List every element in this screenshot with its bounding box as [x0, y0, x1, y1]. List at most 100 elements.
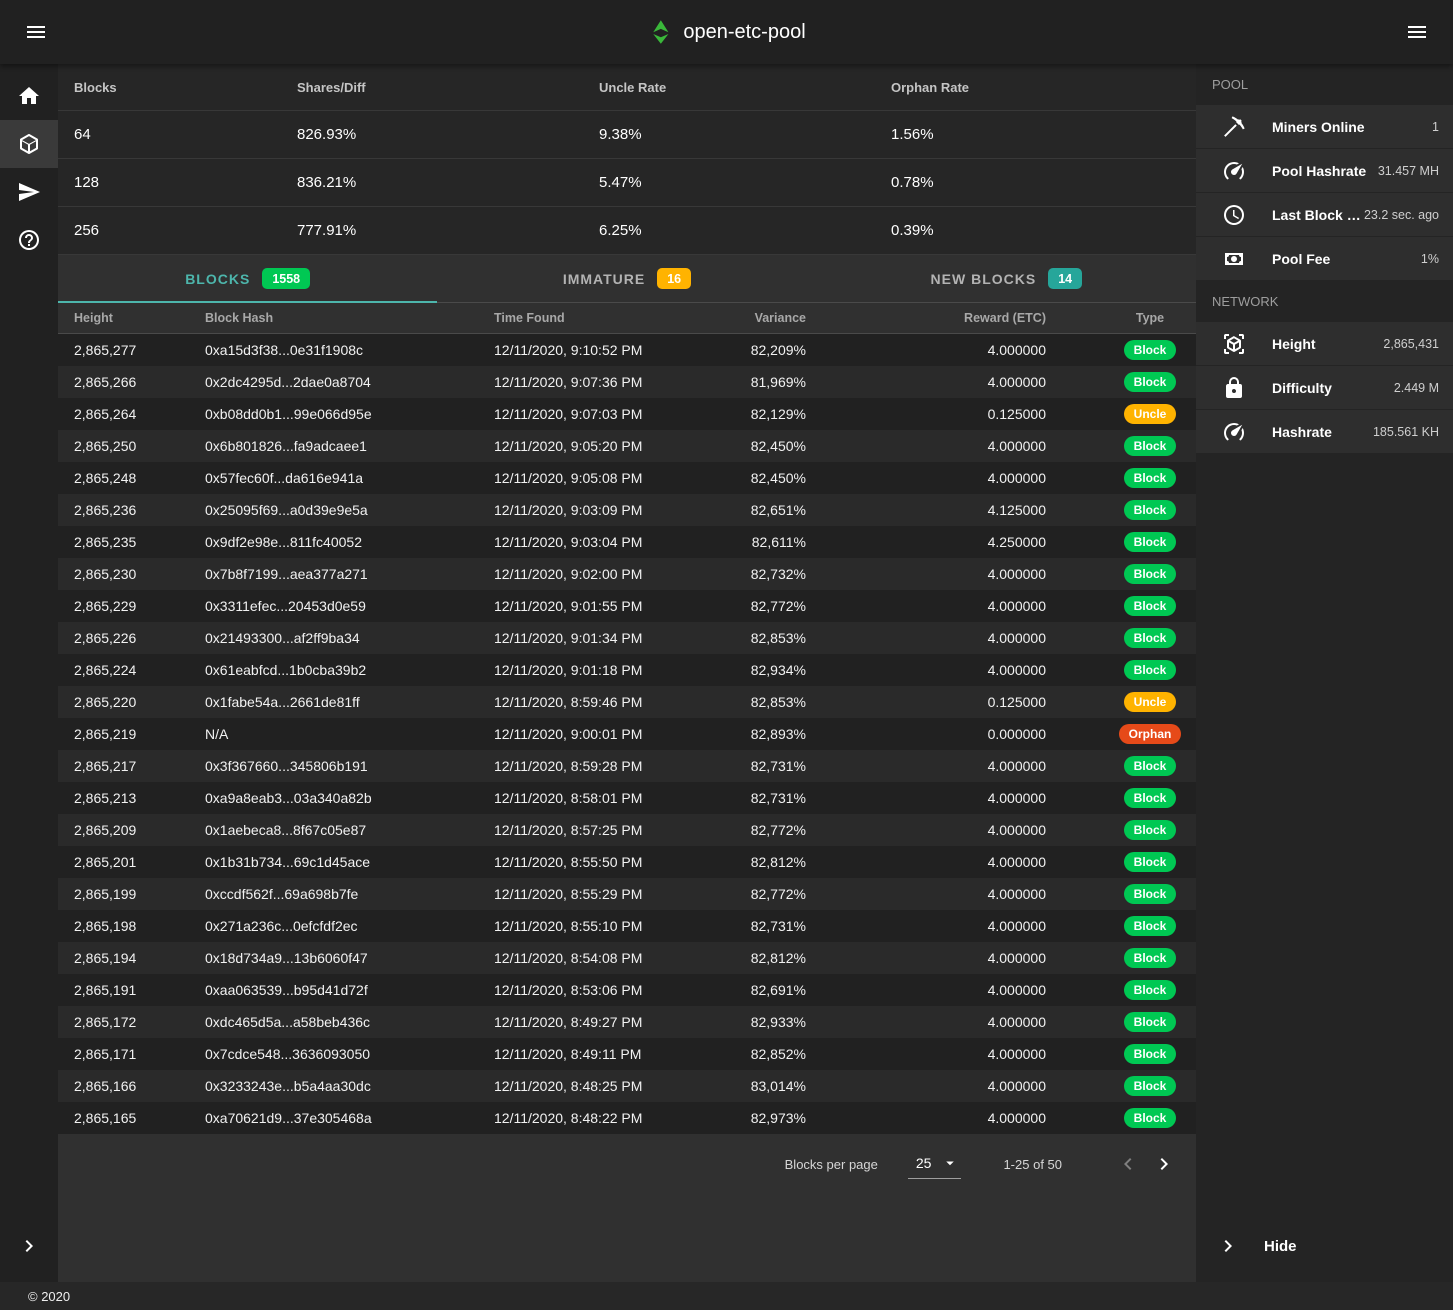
cell-variance: 82,772% — [728, 598, 818, 614]
next-page-button[interactable] — [1146, 1146, 1182, 1182]
table-row[interactable]: 2,865,1710x7cdce548...363609305012/11/20… — [58, 1038, 1196, 1070]
cube-icon — [17, 132, 41, 156]
cell-time-found: 12/11/2020, 9:03:04 PM — [478, 534, 728, 550]
cell-height: 2,865,165 — [58, 1110, 189, 1126]
cell-reward: 4.000000 — [818, 886, 1058, 902]
hide-panel-button[interactable]: Hide — [1196, 1222, 1453, 1270]
chevron-left-icon — [1116, 1152, 1140, 1176]
table-row[interactable]: 2,865,2200x1fabe54a...2661de81ff12/11/20… — [58, 686, 1196, 718]
panel-item-difficulty: Difficulty2.449 M — [1196, 366, 1453, 409]
copyright-text: © 2020 — [28, 1289, 70, 1304]
per-page-value: 25 — [916, 1155, 932, 1171]
cell-type: Block — [1058, 596, 1196, 616]
type-badge: Block — [1124, 532, 1177, 552]
cell-time-found: 12/11/2020, 9:05:20 PM — [478, 438, 728, 454]
table-row[interactable]: 2,865,2350x9df2e98e...811fc4005212/11/20… — [58, 526, 1196, 558]
cell-height: 2,865,217 — [58, 758, 189, 774]
tab-count-badge: 16 — [657, 268, 691, 289]
table-row[interactable]: 2,865,1980x271a236c...0efcfdf2ec12/11/20… — [58, 910, 1196, 942]
menu-left-button[interactable] — [16, 12, 56, 52]
panel-item-label: Miners Online — [1272, 119, 1365, 135]
table-row[interactable]: 2,865,2240x61eabfcd...1b0cba39b212/11/20… — [58, 654, 1196, 686]
rail-expand-button[interactable] — [0, 1222, 58, 1270]
cell-reward: 4.000000 — [818, 630, 1058, 646]
cell-variance: 81,969% — [728, 374, 818, 390]
pickaxe-icon — [1222, 115, 1246, 139]
sidebar-item-home[interactable] — [0, 72, 58, 120]
right-panel: POOL Miners Online1Pool Hashrate31.457 M… — [1196, 64, 1453, 1282]
type-badge: Block — [1124, 468, 1177, 488]
type-badge: Block — [1124, 340, 1177, 360]
table-row[interactable]: 2,865,2770xa15d3f38...0e31f1908c12/11/20… — [58, 334, 1196, 366]
pool-list: Miners Online1Pool Hashrate31.457 MHLast… — [1196, 105, 1453, 281]
cell-time-found: 12/11/2020, 9:03:09 PM — [478, 502, 728, 518]
column-header: Variance — [728, 311, 818, 325]
table-row[interactable]: 2,865,1660x3233243e...b5a4aa30dc12/11/20… — [58, 1070, 1196, 1102]
cell-height: 2,865,266 — [58, 374, 189, 390]
cell-type: Uncle — [1058, 692, 1196, 712]
table-row[interactable]: 2,865,2090x1aebeca8...8f67c05e8712/11/20… — [58, 814, 1196, 846]
table-row[interactable]: 2,865,2300x7b8f7199...aea377a27112/11/20… — [58, 558, 1196, 590]
cell-height: 2,865,194 — [58, 950, 189, 966]
table-row[interactable]: 2,865,2010x1b31b734...69c1d45ace12/11/20… — [58, 846, 1196, 878]
stats-body: 64826.93%9.38%1.56%128836.21%5.47%0.78%2… — [58, 111, 1196, 255]
panel-item-miners-online: Miners Online1 — [1196, 105, 1453, 148]
table-row[interactable]: 2,865,1990xccdf562f...69a698b7fe12/11/20… — [58, 878, 1196, 910]
table-row[interactable]: 2,865,2260x21493300...af2ff9ba3412/11/20… — [58, 622, 1196, 654]
cell-block-hash: N/A — [189, 726, 478, 742]
stats-value: 5.47% — [583, 174, 875, 191]
cell-block-hash: 0xa15d3f38...0e31f1908c — [189, 342, 478, 358]
caret-down-icon — [941, 1154, 959, 1172]
cube-scan-icon — [1222, 332, 1246, 356]
brand: open-etc-pool — [647, 19, 805, 45]
cell-variance: 82,934% — [728, 662, 818, 678]
cell-reward: 4.000000 — [818, 950, 1058, 966]
panel-item-hashrate: Hashrate185.561 KH — [1196, 410, 1453, 453]
stats-row: 64826.93%9.38%1.56% — [58, 111, 1196, 159]
cell-type: Block — [1058, 820, 1196, 840]
cell-height: 2,865,198 — [58, 918, 189, 934]
cell-height: 2,865,166 — [58, 1078, 189, 1094]
cell-type: Block — [1058, 628, 1196, 648]
cell-type: Block — [1058, 948, 1196, 968]
table-row[interactable]: 2,865,1940x18d734a9...13b6060f4712/11/20… — [58, 942, 1196, 974]
cell-type: Block — [1058, 372, 1196, 392]
sidebar-item-help[interactable] — [0, 216, 58, 264]
type-badge: Block — [1124, 980, 1177, 1000]
per-page-select[interactable]: 25 — [908, 1150, 962, 1179]
table-row[interactable]: 2,865,2480x57fec60f...da616e941a12/11/20… — [58, 462, 1196, 494]
table-row[interactable]: 2,865,1720xdc465d5a...a58beb436c12/11/20… — [58, 1006, 1196, 1038]
sidebar-item-payments[interactable] — [0, 168, 58, 216]
sidebar-item-blocks[interactable] — [0, 120, 58, 168]
table-row[interactable]: 2,865,1910xaa063539...b95d41d72f12/11/20… — [58, 974, 1196, 1006]
table-row[interactable]: 2,865,2360x25095f69...a0d39e9e5a12/11/20… — [58, 494, 1196, 526]
prev-page-button[interactable] — [1110, 1146, 1146, 1182]
tab-new-blocks[interactable]: NEW BLOCKS14 — [817, 255, 1196, 302]
tab-blocks[interactable]: BLOCKS1558 — [58, 255, 437, 302]
table-row[interactable]: 2,865,2130xa9a8eab3...03a340a82b12/11/20… — [58, 782, 1196, 814]
cell-reward: 4.000000 — [818, 1014, 1058, 1030]
cell-time-found: 12/11/2020, 9:02:00 PM — [478, 566, 728, 582]
cell-type: Block — [1058, 1012, 1196, 1032]
cell-variance: 83,014% — [728, 1078, 818, 1094]
type-badge: Block — [1124, 916, 1177, 936]
cell-height: 2,865,219 — [58, 726, 189, 742]
cell-reward: 4.000000 — [818, 822, 1058, 838]
cell-type: Block — [1058, 468, 1196, 488]
cell-type: Orphan — [1058, 724, 1196, 744]
tab-label: BLOCKS — [185, 271, 250, 287]
type-badge: Block — [1124, 564, 1177, 584]
cell-type: Uncle — [1058, 404, 1196, 424]
table-row[interactable]: 2,865,2660x2dc4295d...2dae0a870412/11/20… — [58, 366, 1196, 398]
table-row[interactable]: 2,865,1650xa70621d9...37e305468a12/11/20… — [58, 1102, 1196, 1134]
column-header: Reward (ETC) — [818, 311, 1058, 325]
table-row[interactable]: 2,865,2640xb08dd0b1...99e066d95e12/11/20… — [58, 398, 1196, 430]
table-row[interactable]: 2,865,2290x3311efec...20453d0e5912/11/20… — [58, 590, 1196, 622]
table-row[interactable]: 2,865,219N/A12/11/2020, 9:00:01 PM82,893… — [58, 718, 1196, 750]
table-row[interactable]: 2,865,2170x3f367660...345806b19112/11/20… — [58, 750, 1196, 782]
table-row[interactable]: 2,865,2500x6b801826...fa9adcaee112/11/20… — [58, 430, 1196, 462]
cell-variance: 82,772% — [728, 886, 818, 902]
cell-type: Block — [1058, 852, 1196, 872]
menu-right-button[interactable] — [1397, 12, 1437, 52]
tab-immature[interactable]: IMMATURE16 — [437, 255, 816, 302]
